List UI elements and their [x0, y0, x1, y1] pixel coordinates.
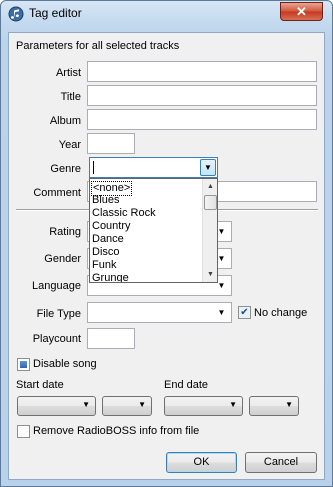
disable-song-checkbox[interactable]: [17, 358, 30, 371]
title-label: Title: [60, 91, 81, 103]
chevron-down-icon: ▼: [82, 400, 90, 409]
start-time-picker[interactable]: ▼: [102, 396, 152, 416]
artist-label: Artist: [55, 67, 81, 79]
title-input[interactable]: [87, 85, 317, 106]
start-date-label: Start date: [16, 379, 64, 391]
end-date-picker[interactable]: ▼: [164, 396, 243, 416]
language-label: Language: [32, 280, 81, 292]
file-type-combobox[interactable]: ▼: [87, 302, 232, 323]
rating-label: Rating: [49, 226, 81, 238]
chevron-down-icon: ▼: [138, 400, 146, 409]
scroll-thumb[interactable]: [204, 195, 217, 210]
genre-option[interactable]: Classic Rock: [92, 207, 156, 220]
section-title: Parameters for all selected tracks: [16, 40, 180, 52]
genre-option[interactable]: Country: [92, 220, 131, 233]
dialog-body: Parameters for all selected tracks Artis…: [8, 32, 325, 480]
end-date-label: End date: [164, 379, 209, 391]
disable-song-label[interactable]: Disable song: [33, 358, 97, 370]
genre-option[interactable]: Funk: [92, 259, 116, 272]
genre-option[interactable]: Dance: [92, 233, 124, 246]
chevron-down-icon: ▼: [285, 400, 293, 409]
file-type-label: File Type: [36, 308, 81, 320]
genre-combobox[interactable]: ▼: [89, 157, 218, 178]
album-label: Album: [49, 115, 81, 127]
check-icon: ✔: [240, 307, 249, 318]
remove-info-label[interactable]: Remove RadioBOSS info from file: [33, 425, 199, 437]
playcount-input[interactable]: [87, 328, 135, 349]
chevron-down-icon[interactable]: ▼: [200, 159, 216, 176]
ok-button[interactable]: OK: [166, 452, 237, 473]
no-change-label[interactable]: No change: [254, 307, 307, 319]
chevron-down-icon[interactable]: ▼: [214, 305, 229, 320]
album-input[interactable]: [87, 109, 317, 130]
comment-label: Comment: [33, 187, 81, 199]
scroll-up-icon[interactable]: ▲: [203, 179, 218, 194]
gender-label: Gender: [44, 253, 81, 265]
window-title: Tag editor: [29, 6, 82, 20]
no-change-checkbox[interactable]: ✔: [238, 306, 251, 319]
year-label: Year: [58, 139, 81, 151]
genre-label: Genre: [50, 163, 81, 175]
close-glyph: ✕: [296, 4, 307, 19]
end-time-picker[interactable]: ▼: [249, 396, 299, 416]
year-input[interactable]: [87, 133, 135, 154]
cancel-button[interactable]: Cancel: [245, 452, 317, 473]
genre-option[interactable]: Grunge: [92, 272, 129, 282]
artist-input[interactable]: [87, 61, 317, 82]
music-note-icon: [8, 6, 24, 22]
remove-info-checkbox[interactable]: [17, 425, 30, 438]
text-caret: [93, 161, 94, 174]
genre-dropdown-list[interactable]: <none> Blues Classic Rock Country Dance …: [89, 178, 218, 283]
scroll-down-icon[interactable]: ▼: [203, 267, 218, 282]
title-bar[interactable]: Tag editor ✕: [1, 1, 332, 27]
start-date-picker[interactable]: ▼: [17, 396, 96, 416]
chevron-down-icon: ▼: [229, 400, 237, 409]
tag-editor-window: Tag editor ✕ Parameters for all selected…: [0, 0, 333, 487]
genre-list-scrollbar[interactable]: ▲ ▼: [202, 179, 217, 282]
genre-option[interactable]: Disco: [92, 246, 120, 259]
close-button[interactable]: ✕: [280, 2, 323, 21]
genre-option[interactable]: Blues: [92, 194, 120, 207]
playcount-label: Playcount: [32, 333, 81, 345]
